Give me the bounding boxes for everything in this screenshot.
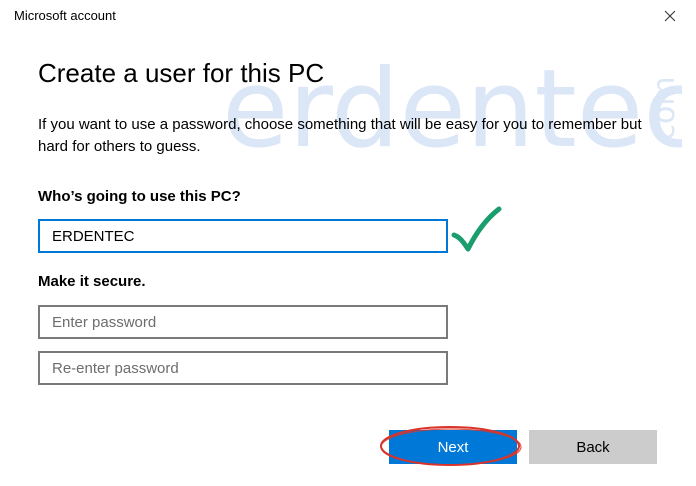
username-input[interactable] xyxy=(38,219,448,253)
window-title: Microsoft account xyxy=(14,8,116,23)
instructions-text: If you want to use a password, choose so… xyxy=(38,116,642,155)
username-label: Who’s going to use this PC? xyxy=(38,188,241,205)
microsoft-account-window: Microsoft account erdentec .com Create a… xyxy=(0,0,696,486)
password-input[interactable] xyxy=(38,305,448,339)
reenter-password-input[interactable] xyxy=(38,351,448,385)
page-title: Create a user for this PC xyxy=(38,58,325,88)
close-icon xyxy=(664,10,676,22)
back-button[interactable]: Back xyxy=(529,430,657,464)
checkmark-icon xyxy=(451,206,502,252)
next-button[interactable]: Next xyxy=(389,430,517,464)
secure-label: Make it secure. xyxy=(38,273,146,290)
title-bar: Microsoft account xyxy=(0,0,696,32)
close-button[interactable] xyxy=(650,0,690,32)
